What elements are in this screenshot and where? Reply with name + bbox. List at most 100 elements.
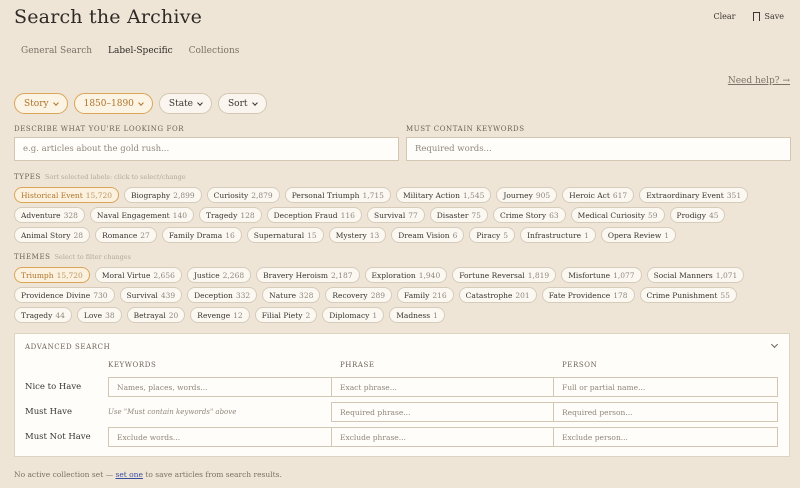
types-chip[interactable]: Dream Vision 6 [391, 227, 465, 243]
themes-chip[interactable]: Crime Punishment 55 [639, 287, 737, 303]
themes-chip[interactable]: Justice 2,268 [186, 267, 252, 283]
filter-sort-label: Sort [228, 98, 248, 109]
collection-status: No active collection set — set one to sa… [14, 470, 282, 479]
themes-chip[interactable]: Family 216 [397, 287, 454, 303]
chip-label: Infrastructure [527, 230, 582, 240]
chip-label: Survival [373, 210, 406, 220]
filter-bar: Story 1850–1890 State Sort [14, 93, 267, 114]
types-chip[interactable]: Disaster 75 [429, 207, 488, 223]
search-tabs: General Search Label-Specific Collection… [21, 46, 239, 56]
clear-label: Clear [713, 12, 736, 21]
themes-chip[interactable]: Bravery Heroism 2,187 [256, 267, 360, 283]
tab-collections[interactable]: Collections [189, 46, 240, 56]
tab-label-specific[interactable]: Label-Specific [108, 46, 173, 56]
nice-keywords-input[interactable]: Names, places, words... [108, 377, 333, 397]
exclude-keywords-input[interactable]: Exclude words... [108, 427, 333, 447]
save-button[interactable]: Save [753, 12, 784, 24]
themes-chip[interactable]: Love 38 [76, 307, 122, 323]
types-chip[interactable]: Prodigy 45 [669, 207, 726, 223]
col-person: PERSON [562, 361, 598, 369]
chip-label: Naval Engagement [96, 210, 170, 220]
themes-chip[interactable]: Moral Virtue 2,656 [94, 267, 182, 283]
help-link[interactable]: Need help? → [728, 76, 790, 86]
types-chip[interactable]: Animal Story 28 [14, 227, 91, 243]
tab-general-search[interactable]: General Search [21, 46, 92, 56]
types-chip[interactable]: Crime Story 63 [492, 207, 566, 223]
filter-sort[interactable]: Sort [218, 93, 267, 114]
types-chip[interactable]: Adventure 328 [14, 207, 85, 223]
nice-phrase-input[interactable]: Exact phrase... [331, 377, 556, 397]
nice-person-input[interactable]: Full or partial name... [553, 377, 778, 397]
types-chip[interactable]: Heroic Act 617 [562, 187, 635, 203]
clear-button[interactable]: Clear [713, 12, 735, 21]
themes-chip[interactable]: Fate Providence 178 [541, 287, 635, 303]
exclude-person-input[interactable]: Exclude person... [553, 427, 778, 447]
filter-state-label: State [168, 98, 193, 109]
types-chip[interactable]: Family Drama 16 [161, 227, 242, 243]
filter-story[interactable]: Story [14, 93, 68, 114]
keywords-input[interactable]: Required words... [406, 137, 791, 161]
chip-count: 1,940 [418, 270, 441, 280]
themes-chip[interactable]: Recovery 289 [325, 287, 393, 303]
chip-count: 38 [105, 310, 115, 320]
chevron-down-icon[interactable] [770, 340, 779, 349]
exclude-phrase-input[interactable]: Exclude phrase... [331, 427, 556, 447]
chevron-down-icon [197, 99, 203, 106]
types-chip[interactable]: Supernatural 15 [246, 227, 324, 243]
chip-count: 77 [408, 210, 418, 220]
filter-date-range[interactable]: 1850–1890 [73, 93, 153, 114]
themes-chip[interactable]: Madness 1 [389, 307, 445, 323]
themes-chip[interactable]: Misfortune 1,077 [561, 267, 642, 283]
chip-label: Romance [102, 230, 138, 240]
themes-chip[interactable]: Survival 439 [119, 287, 183, 303]
themes-chip[interactable]: Exploration 1,940 [364, 267, 448, 283]
chip-label: Diplomacy [329, 310, 370, 320]
filter-state[interactable]: State [158, 93, 212, 114]
themes-chip[interactable]: Revenge 12 [190, 307, 250, 323]
themes-chip[interactable]: Social Manners 1,071 [646, 267, 745, 283]
types-label: TYPES [14, 173, 41, 181]
types-chip[interactable]: Journey 905 [496, 187, 558, 203]
chip-label: Medical Curiosity [577, 210, 645, 220]
themes-chip[interactable]: Deception 332 [187, 287, 258, 303]
chevron-down-icon [251, 99, 258, 106]
must-person-input[interactable]: Required person... [553, 402, 778, 422]
types-chip[interactable]: Piracy 5 [469, 227, 516, 243]
types-chip[interactable]: Survival 77 [366, 207, 425, 223]
chip-count: 2 [305, 310, 311, 320]
themes-chip[interactable]: Triumph 15,720 [14, 267, 90, 283]
chip-count: 12 [233, 310, 243, 320]
types-chip[interactable]: Deception Fraud 116 [266, 207, 362, 223]
types-chip[interactable]: Personal Triumph 1,715 [284, 187, 391, 203]
chip-count: 55 [720, 290, 730, 300]
types-chip[interactable]: Infrastructure 1 [520, 227, 596, 243]
chip-count: 328 [63, 210, 78, 220]
must-phrase-input[interactable]: Required phrase... [331, 402, 556, 422]
themes-chip[interactable]: Tragedy 44 [14, 307, 72, 323]
chip-count: 439 [160, 290, 176, 300]
themes-chip[interactable]: Catastrophe 201 [458, 287, 537, 303]
chip-label: Fate Providence [548, 290, 611, 300]
types-chip[interactable]: Romance 27 [95, 227, 157, 243]
themes-chip[interactable]: Fortune Reversal 1,819 [452, 267, 557, 283]
themes-chip[interactable]: Filial Piety 2 [254, 307, 318, 323]
types-chip[interactable]: Extraordinary Event 351 [639, 187, 749, 203]
types-chip[interactable]: Curiosity 2,879 [206, 187, 280, 203]
types-chip[interactable]: Biography 2,899 [124, 187, 202, 203]
save-label: Save [764, 12, 784, 21]
themes-chip[interactable]: Betrayal 20 [126, 307, 186, 323]
types-chip[interactable]: Military Action 1,545 [395, 187, 492, 203]
describe-input[interactable]: e.g. articles about the gold rush... [14, 137, 399, 161]
themes-chip[interactable]: Diplomacy 1 [322, 307, 385, 323]
themes-chip[interactable]: Providence Divine 730 [14, 287, 115, 303]
types-chip[interactable]: Naval Engagement 140 [89, 207, 194, 223]
chip-count: 1,715 [362, 190, 384, 200]
chip-label: Curiosity [213, 190, 249, 200]
types-chip[interactable]: Mystery 13 [328, 227, 387, 243]
types-chip[interactable]: Opera Review 1 [600, 227, 677, 243]
types-chip[interactable]: Historical Event 15,720 [14, 187, 120, 203]
set-collection-link[interactable]: set one [115, 470, 142, 479]
themes-chip[interactable]: Nature 328 [262, 287, 321, 303]
types-chip[interactable]: Medical Curiosity 59 [570, 207, 665, 223]
types-chip[interactable]: Tragedy 128 [199, 207, 262, 223]
